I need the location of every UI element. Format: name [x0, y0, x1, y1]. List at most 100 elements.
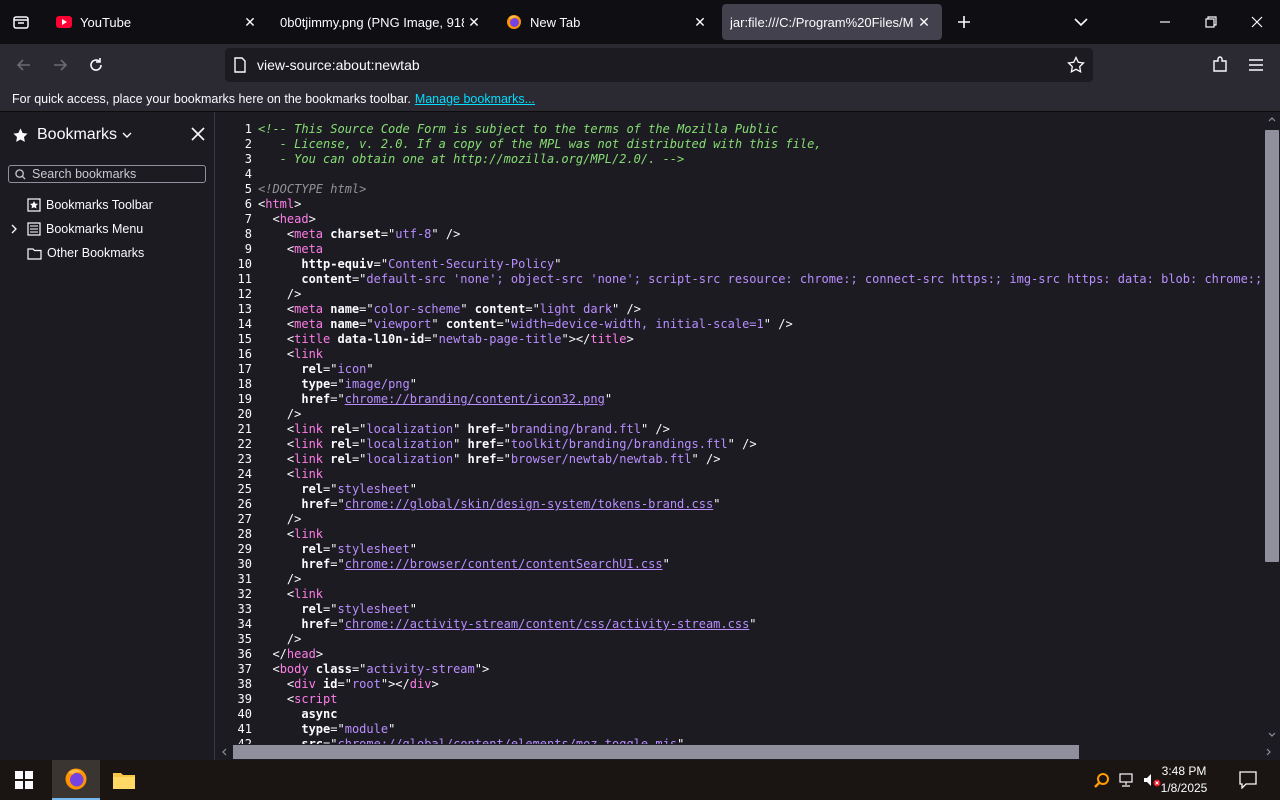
back-button[interactable] [8, 49, 40, 81]
source-code-view[interactable]: 1 <!-- This Source Code Form is subject t… [216, 112, 1264, 744]
source-token [258, 272, 301, 286]
extensions-button[interactable] [1204, 49, 1236, 81]
bookmarks-sidebar: Bookmarks Search bookmarks Bookmarks Too… [0, 112, 215, 760]
source-token: newtab-page-title [438, 332, 562, 346]
tab-new-tab[interactable]: New Tab ✕ [494, 4, 718, 40]
scroll-down-icon[interactable] [1268, 732, 1276, 738]
source-token: rel [330, 422, 352, 436]
line-number: 29 [237, 542, 252, 556]
tab-strip: YouTube ✕ 0b0tjimmy.png (PNG Image, 918 … [0, 0, 1280, 44]
line-number: 27 [237, 512, 252, 526]
source-link[interactable]: chrome://global/skin/design-system/token… [345, 497, 713, 511]
source-token: < [258, 422, 295, 436]
source-token: =" [496, 317, 511, 331]
source-token: < [258, 437, 295, 451]
start-button[interactable] [0, 760, 48, 800]
source-token: " [409, 542, 417, 556]
sidebar-header: Bookmarks [0, 120, 215, 150]
scroll-left-icon[interactable] [221, 748, 227, 756]
line-number: 4 [244, 167, 252, 181]
close-icon[interactable]: ✕ [914, 12, 934, 32]
source-line: 25 rel="stylesheet" [216, 482, 417, 497]
close-icon[interactable]: ✕ [240, 12, 260, 32]
source-token: =" [330, 617, 345, 631]
network-tray-icon[interactable] [1114, 760, 1138, 800]
tab-youtube[interactable]: YouTube ✕ [44, 4, 268, 40]
source-line: 40 async [216, 707, 338, 722]
line-number: 20 [237, 407, 252, 421]
minimize-button[interactable] [1142, 0, 1188, 44]
chevron-down-icon [122, 132, 132, 138]
sidebar-item-bookmarks-toolbar[interactable]: Bookmarks Toolbar [0, 194, 215, 216]
manage-bookmarks-link[interactable]: Manage bookmarks... [415, 92, 535, 106]
close-icon[interactable]: ✕ [690, 12, 710, 32]
reload-button[interactable] [80, 49, 112, 81]
notification-center-button[interactable] [1226, 760, 1270, 800]
source-token: link [294, 437, 331, 451]
source-token: <!DOCTYPE html> [258, 182, 367, 196]
source-token: stylesheet [337, 482, 410, 496]
taskbar-clock[interactable]: 3:48 PM 1/8/2025 [1154, 763, 1214, 797]
source-token: root [351, 677, 381, 691]
source-token: =" [330, 392, 345, 406]
scroll-up-icon[interactable] [1268, 116, 1276, 122]
source-token [258, 617, 301, 631]
sidebar-switcher[interactable]: Bookmarks [37, 126, 132, 144]
source-link[interactable]: chrome://browser/content/contentSearchUI… [345, 557, 663, 571]
forward-button[interactable] [44, 49, 76, 81]
sidebar-close-button[interactable] [191, 127, 205, 141]
line-number: 18 [237, 377, 252, 391]
source-token: width=device-width, initial-scale=1 [510, 317, 764, 331]
url-bar[interactable]: view-source:about:newtab [225, 48, 1093, 82]
tab-title: jar:file:///C:/Program%20Files/Mozil [730, 14, 914, 30]
line-number: 17 [237, 362, 252, 376]
new-tab-button[interactable] [942, 0, 986, 44]
source-token: meta [294, 302, 331, 316]
arrow-left-icon [16, 59, 30, 71]
source-token [258, 722, 301, 736]
source-token: < [258, 302, 295, 316]
source-link[interactable]: chrome://branding/content/icon32.png [345, 392, 605, 406]
sidebar-item-other-bookmarks[interactable]: Other Bookmarks [0, 242, 215, 264]
source-token: " [409, 377, 417, 391]
source-token: < [258, 332, 295, 346]
source-token: href [467, 422, 497, 436]
list-all-tabs-button[interactable] [1058, 0, 1104, 44]
horizontal-scroll-thumb[interactable] [233, 745, 1079, 759]
vertical-scrollbar[interactable] [1264, 112, 1280, 744]
sidebar-item-bookmarks-menu[interactable]: Bookmarks Menu [0, 218, 215, 240]
source-line: 4 [216, 167, 258, 182]
source-token: > [315, 647, 324, 661]
source-link[interactable]: chrome://global/content/elements/moz-tog… [338, 737, 678, 744]
source-link[interactable]: chrome://activity-stream/content/css/act… [345, 617, 750, 631]
source-token: =" [496, 422, 511, 436]
close-icon[interactable]: ✕ [464, 12, 484, 32]
horizontal-scrollbar[interactable] [216, 744, 1280, 760]
restore-button[interactable] [1188, 0, 1234, 44]
source-token: meta [294, 227, 331, 241]
source-token: rel [330, 452, 352, 466]
source-line: 27 /> [216, 512, 302, 527]
url-input[interactable]: view-source:about:newtab [257, 57, 420, 73]
search-placeholder: Search bookmarks [32, 167, 137, 181]
source-token: meta [294, 242, 324, 256]
search-bookmarks-field[interactable]: Search bookmarks [8, 165, 206, 183]
source-token: =" [323, 542, 338, 556]
tab-groups-button[interactable] [0, 0, 42, 44]
tab-view-source[interactable]: jar:file:///C:/Program%20Files/Mozil ✕ [722, 4, 942, 40]
tab-image[interactable]: 0b0tjimmy.png (PNG Image, 918 × 6 ✕ [268, 4, 492, 40]
vertical-scroll-thumb[interactable] [1265, 130, 1279, 562]
taskbar-firefox[interactable] [52, 760, 100, 800]
app-menu-button[interactable] [1240, 49, 1272, 81]
line-number: 16 [237, 347, 252, 361]
taskbar-file-explorer[interactable] [100, 760, 148, 800]
scroll-right-icon[interactable] [1266, 748, 1272, 756]
source-token: href [301, 617, 331, 631]
source-token: " /> [727, 437, 757, 451]
source-token: link [294, 347, 324, 361]
close-window-button[interactable] [1234, 0, 1280, 44]
reload-icon [90, 58, 102, 71]
line-number: 37 [237, 662, 252, 676]
bookmark-star-icon[interactable] [1067, 56, 1085, 74]
chevron-right-icon[interactable] [10, 224, 18, 234]
